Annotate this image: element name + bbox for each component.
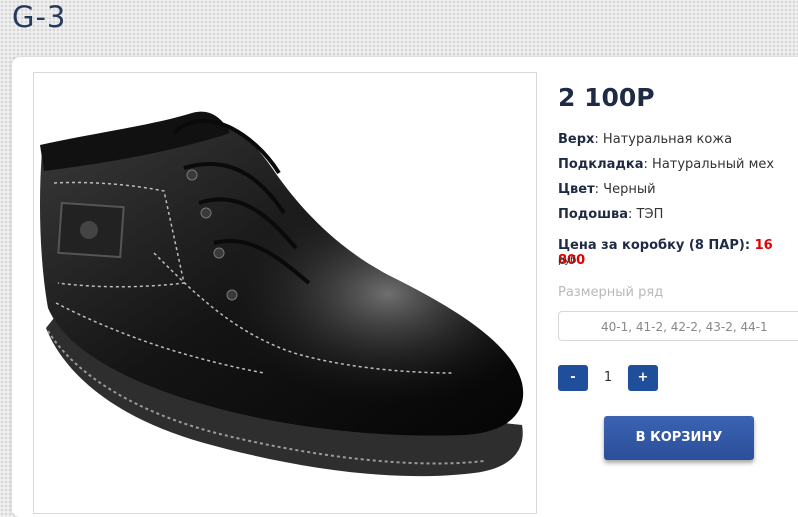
spec-value: : Натуральная кожа	[594, 132, 733, 147]
currency-label: руб	[558, 255, 577, 266]
spec-value: : Черный	[594, 182, 656, 197]
qty-input[interactable]: 1	[598, 370, 618, 385]
spec-sole: Подошва: ТЭП	[558, 207, 663, 222]
add-to-cart-button[interactable]: В КОРЗИНУ	[604, 416, 754, 460]
spec-label: Подкладка	[558, 157, 644, 172]
spec-value: : Натуральный мех	[643, 157, 775, 172]
boot-image	[40, 111, 524, 477]
size-label: Размерный ряд	[558, 285, 664, 300]
spec-upper: Верх: Натуральная кожа	[558, 132, 732, 147]
spec-label: Подошва	[558, 207, 629, 222]
box-price: Цена за коробку (8 ПАР): 16 800	[558, 238, 798, 268]
spec-color: Цвет: Черный	[558, 182, 656, 197]
spec-value: : ТЭП	[628, 207, 664, 222]
spec-label: Цвет	[558, 182, 595, 197]
size-value: 40-1, 41-2, 42-2, 43-2, 44-1	[601, 320, 768, 334]
box-price-label: Цена за коробку (8 ПАР):	[558, 238, 755, 253]
qty-decrease-button[interactable]: -	[558, 365, 588, 391]
product-image[interactable]	[33, 72, 537, 514]
product-price: 2 100Р	[558, 83, 655, 112]
spec-label: Верх	[558, 132, 595, 147]
spec-lining: Подкладка: Натуральный мех	[558, 157, 774, 172]
qty-increase-button[interactable]: +	[628, 365, 658, 391]
size-select[interactable]: 40-1, 41-2, 42-2, 43-2, 44-1	[558, 311, 798, 341]
page-title: G-3	[12, 0, 67, 34]
